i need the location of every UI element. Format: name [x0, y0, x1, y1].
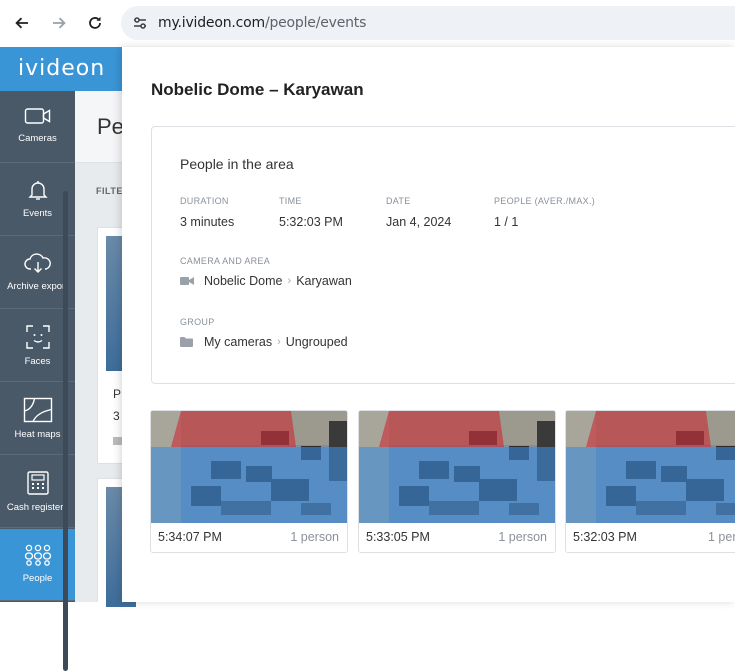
people-value: 1 / 1	[494, 215, 519, 229]
background-card-text: 3	[113, 409, 120, 423]
duration-label: DURATION	[180, 196, 229, 206]
background-card-text: P	[113, 387, 122, 401]
snapshot-image	[359, 411, 555, 523]
tune-icon	[134, 17, 146, 29]
url-text: my.ivideon.com/people/events	[158, 15, 367, 31]
cloud-download-icon	[23, 253, 51, 273]
snapshot-time: 5:33:05 PM	[366, 530, 430, 544]
group-label: GROUP	[180, 317, 215, 327]
group-link[interactable]: Ungrouped	[286, 335, 348, 349]
time-value: 5:32:03 PM	[279, 215, 343, 229]
forward-arrow-icon	[53, 17, 66, 29]
address-bar[interactable]: my.ivideon.com/people/events	[121, 6, 735, 40]
browser-toolbar: my.ivideon.com/people/events	[0, 0, 735, 47]
camera-area-path: Nobelic Dome › Karyawan	[180, 274, 352, 288]
group-path: My cameras › Ungrouped	[180, 335, 348, 349]
heat-map-icon	[23, 397, 52, 423]
group-parent-link[interactable]: My cameras	[204, 335, 272, 349]
sidebar-item-label: Events	[22, 208, 53, 219]
chevron-right-icon: ›	[277, 336, 281, 348]
time-label: TIME	[279, 196, 302, 206]
reload-icon	[89, 16, 101, 29]
duration-value: 3 minutes	[180, 215, 235, 229]
reload-button[interactable]	[82, 10, 108, 36]
snapshot-card[interactable]: 5:33:05 PM 1 person	[358, 410, 556, 553]
sidebar-scrollbar[interactable]	[63, 191, 68, 671]
snapshot-image	[566, 411, 735, 523]
site-info-button[interactable]	[127, 10, 153, 36]
bell-icon	[27, 181, 48, 200]
panel-title: Nobelic Dome – Karyawan	[151, 80, 364, 99]
cash-register-icon	[26, 471, 49, 495]
area-link[interactable]: Karyawan	[296, 274, 352, 288]
forward-button[interactable]	[46, 10, 72, 36]
face-scan-icon	[25, 325, 50, 349]
snapshot-count: 1 person	[290, 530, 339, 544]
snapshot-count: 1 person	[708, 530, 735, 544]
snapshot-card[interactable]: 5:32:03 PM 1 person	[565, 410, 735, 553]
snapshot-image	[151, 411, 347, 523]
sidebar-item-label: People	[22, 573, 53, 584]
date-label: DATE	[386, 196, 411, 206]
event-type: People in the area	[180, 156, 294, 172]
app-logo[interactable]: ivideon	[18, 56, 105, 81]
snapshot-time: 5:32:03 PM	[573, 530, 637, 544]
back-arrow-icon	[15, 17, 28, 29]
camera-link[interactable]: Nobelic Dome	[204, 274, 283, 288]
people-label: PEOPLE (AVER./MAX.)	[494, 196, 596, 206]
camera-area-label: CAMERA AND AREA	[180, 256, 271, 266]
back-button[interactable]	[9, 10, 35, 36]
snapshot-count: 1 person	[498, 530, 547, 544]
sidebar: Cameras Events Archive export Faces Heat…	[0, 91, 75, 671]
snapshot-time: 5:34:07 PM	[158, 530, 222, 544]
sidebar-item-label: Faces	[24, 356, 51, 367]
sidebar-item-label: Cameras	[18, 133, 57, 144]
camera-icon	[180, 277, 194, 285]
sidebar-item-cameras[interactable]: Cameras	[0, 91, 75, 163]
folder-icon	[180, 337, 193, 347]
chevron-right-icon: ›	[287, 275, 292, 287]
camera-icon	[24, 108, 50, 124]
snapshot-card[interactable]: 5:34:07 PM 1 person	[150, 410, 348, 553]
people-icon	[24, 544, 51, 566]
background-filter-label: FILTE	[96, 186, 123, 196]
sidebar-item-label: Cash registers	[6, 502, 69, 513]
date-value: Jan 4, 2024	[386, 215, 452, 229]
sidebar-item-label: Archive export	[7, 281, 68, 292]
background-page-title: Pe	[97, 114, 124, 139]
sidebar-item-label: Heat maps	[14, 429, 61, 440]
